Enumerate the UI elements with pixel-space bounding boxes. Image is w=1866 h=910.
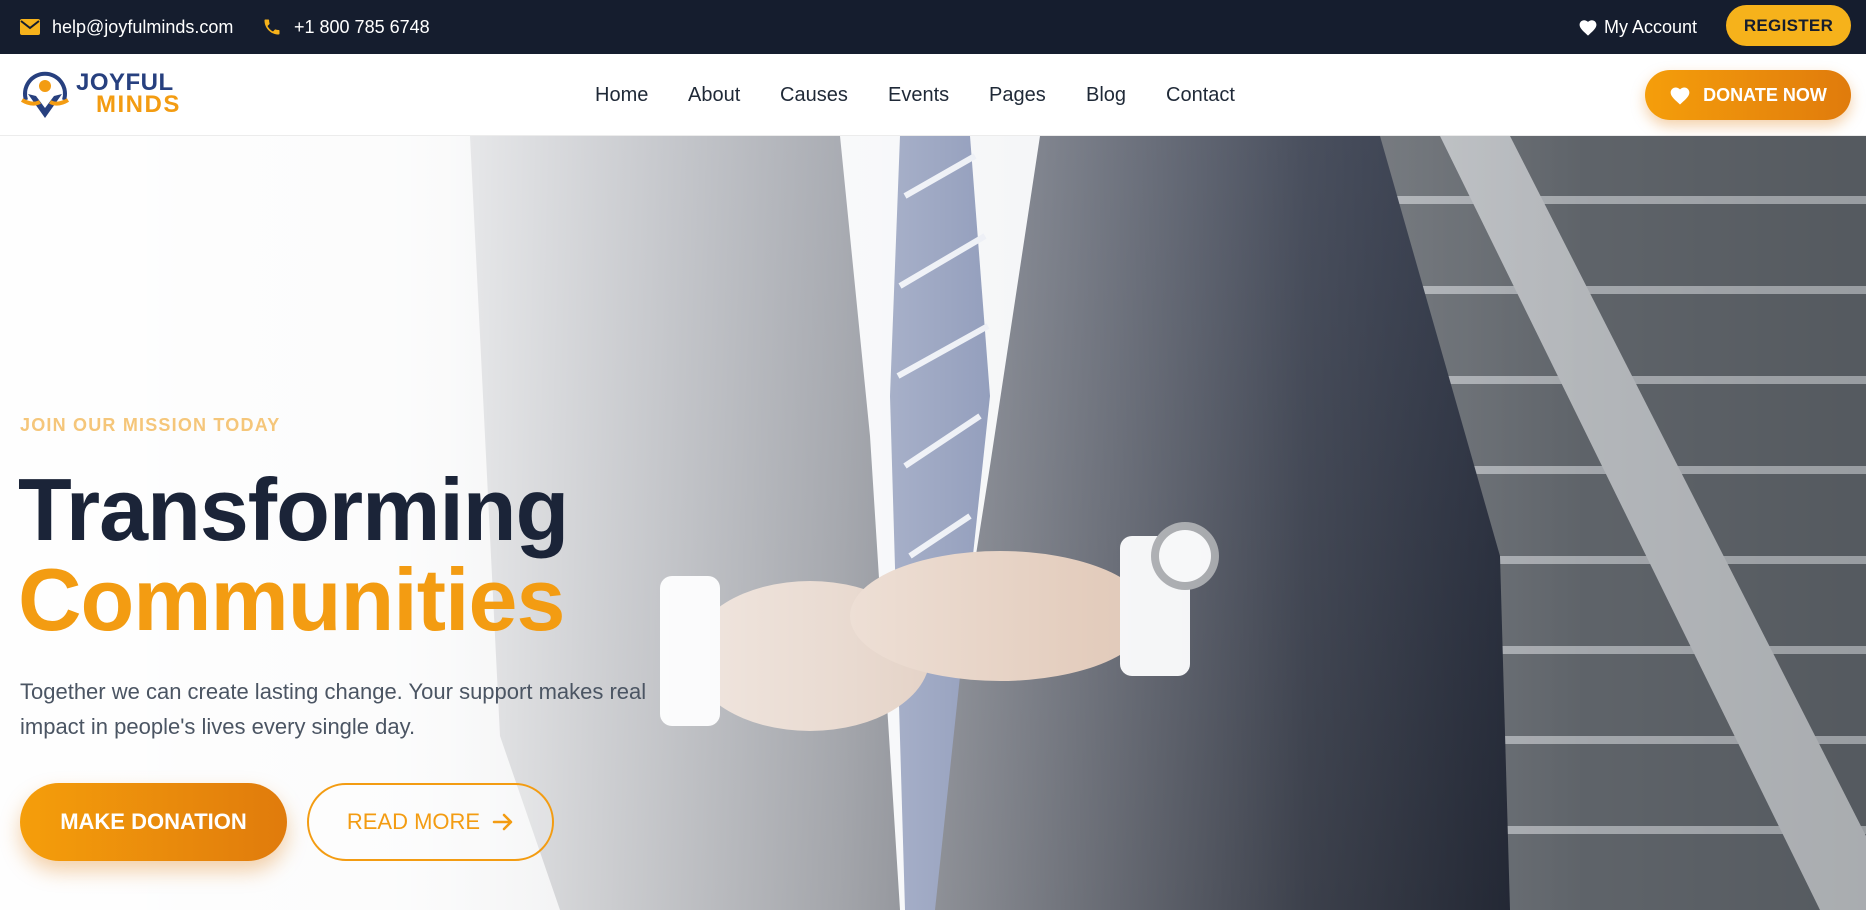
brand-logo[interactable]: JOYFUL MINDS: [18, 66, 181, 122]
my-account-label: My Account: [1604, 16, 1698, 37]
brand-line2: MINDS: [96, 91, 181, 118]
top-email-link[interactable]: help@joyfulminds.com: [20, 0, 233, 54]
my-account-link[interactable]: My Account: [1578, 0, 1697, 54]
heart-icon: [1578, 18, 1598, 36]
hero-eyebrow: JOIN OUR MISSION TODAY: [20, 415, 281, 435]
hero-description: Together we can create lasting change. Y…: [20, 679, 647, 739]
main-navbar: JOYFUL MINDS Home About Causes Events Pa…: [0, 54, 1866, 136]
read-more-label: READ MORE: [346, 809, 481, 834]
phone-icon: [262, 17, 282, 37]
nav-pages[interactable]: Pages: [989, 84, 1046, 107]
hero-title-line2: Communities: [18, 550, 565, 649]
donate-now-label: DONATE NOW: [1703, 84, 1827, 105]
hero-section: JOIN OUR MISSION TODAY Transforming Comm…: [0, 136, 1866, 910]
nav-about[interactable]: About: [688, 84, 740, 107]
make-donation-button[interactable]: MAKE DONATION: [20, 783, 287, 861]
heart-icon: [1669, 85, 1691, 105]
phone-text: +1 800 785 6748: [294, 16, 430, 37]
nav-contact[interactable]: Contact: [1166, 84, 1235, 107]
mail-icon: [20, 19, 40, 35]
hero-title-line1: Transforming: [18, 460, 569, 559]
nav-causes[interactable]: Causes: [780, 84, 848, 107]
donate-now-button[interactable]: DONATE NOW: [1645, 70, 1851, 120]
register-button[interactable]: REGISTER: [1726, 5, 1851, 46]
nav-home[interactable]: Home: [595, 84, 648, 107]
arrow-right-icon: [492, 812, 514, 832]
read-more-button[interactable]: READ MORE: [307, 783, 554, 861]
nav-events[interactable]: Events: [888, 84, 949, 107]
logo-mark-icon: [20, 71, 70, 118]
top-phone-link[interactable]: +1 800 785 6748: [262, 0, 430, 54]
top-bar: help@joyfulminds.com +1 800 785 6748 My …: [0, 0, 1866, 54]
nav-blog[interactable]: Blog: [1086, 84, 1126, 107]
email-text: help@joyfulminds.com: [52, 16, 234, 37]
